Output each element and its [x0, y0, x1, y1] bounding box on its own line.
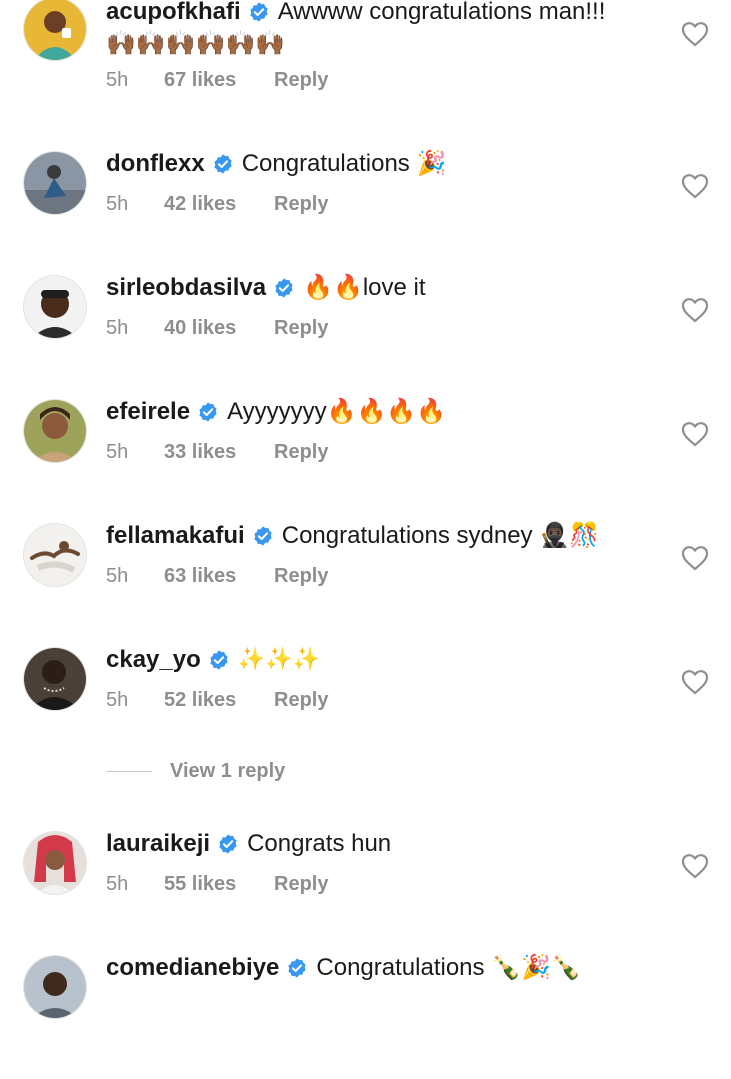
- comment-text-continued: 🙌🏾🙌🏾🙌🏾🙌🏾🙌🏾🙌🏾: [106, 29, 286, 57]
- verified-badge-icon: [273, 277, 295, 299]
- comment-item: fellamakafui Congratulations sydney 🥷🏿🎊 …: [0, 523, 731, 647]
- verified-badge-icon: [197, 401, 219, 423]
- reply-button[interactable]: Reply: [274, 193, 328, 216]
- comment-text: Congratulations 🎉: [241, 150, 447, 177]
- likes-count[interactable]: 55 likes: [164, 873, 274, 896]
- view-replies-button[interactable]: View 1 reply: [107, 758, 285, 784]
- comment-time: 5h: [106, 192, 129, 215]
- comment-time: 5h: [106, 68, 129, 91]
- likes-count[interactable]: 40 likes: [164, 317, 274, 340]
- like-heart-icon[interactable]: [681, 853, 709, 879]
- username[interactable]: lauraikeji: [106, 831, 210, 857]
- username[interactable]: comedianebiye: [106, 955, 279, 981]
- like-heart-icon[interactable]: [681, 21, 709, 47]
- avatar[interactable]: [24, 832, 86, 894]
- avatar[interactable]: [24, 276, 86, 338]
- avatar[interactable]: [24, 648, 86, 710]
- like-heart-icon[interactable]: [681, 421, 709, 447]
- comment-text: Awwww congratulations man!!!: [277, 0, 606, 25]
- comment-text: 🔥🔥love it: [303, 274, 426, 301]
- avatar[interactable]: [24, 956, 86, 1018]
- comment-time: 5h: [106, 316, 129, 339]
- comment-text: Ayyyyyyy🔥🔥🔥🔥: [227, 398, 447, 425]
- username[interactable]: donflexx: [106, 151, 205, 177]
- avatar[interactable]: [24, 152, 86, 214]
- verified-badge-icon: [286, 957, 308, 979]
- divider: [107, 770, 152, 772]
- comment-item: lauraikeji Congrats hun 5h 55 likes Repl…: [0, 831, 731, 955]
- comment-text: Congratulations 🍾🎉🍾: [316, 954, 581, 981]
- verified-badge-icon: [248, 1, 270, 23]
- comment-item: comedianebiye Congratulations 🍾🎉🍾: [0, 955, 731, 1079]
- username[interactable]: efeirele: [106, 399, 190, 425]
- comment-text: Congratulations sydney 🥷🏿🎊: [281, 522, 599, 549]
- reply-button[interactable]: Reply: [274, 317, 328, 340]
- verified-badge-icon: [217, 833, 239, 855]
- comment-time: 5h: [106, 440, 129, 463]
- likes-count[interactable]: 52 likes: [164, 689, 274, 712]
- likes-count[interactable]: 33 likes: [164, 441, 274, 464]
- reply-button[interactable]: Reply: [274, 689, 328, 712]
- verified-badge-icon: [252, 525, 274, 547]
- likes-count[interactable]: 67 likes: [164, 69, 274, 92]
- reply-button[interactable]: Reply: [274, 565, 328, 588]
- comment-item: acupofkhafi Awwww congratulations man!!!…: [0, 0, 731, 124]
- like-heart-icon[interactable]: [681, 545, 709, 571]
- avatar[interactable]: [24, 0, 86, 60]
- like-heart-icon[interactable]: [681, 669, 709, 695]
- likes-count[interactable]: 42 likes: [164, 193, 274, 216]
- comment-item: efeirele Ayyyyyyy🔥🔥🔥🔥 5h 33 likes Reply: [0, 399, 731, 523]
- verified-badge-icon: [212, 153, 234, 175]
- view-replies-label: View 1 reply: [170, 759, 286, 782]
- avatar[interactable]: [24, 524, 86, 586]
- username[interactable]: acupofkhafi: [106, 0, 241, 25]
- comment-text: ✨✨✨: [237, 647, 320, 672]
- comment-time: 5h: [106, 872, 129, 895]
- likes-count[interactable]: 63 likes: [164, 565, 274, 588]
- comment-item: ckay_yo ✨✨✨ 5h 52 likes Reply: [0, 647, 731, 771]
- comment-text: Congrats hun: [247, 830, 392, 857]
- comment-item: sirleobdasilva 🔥🔥love it 5h 40 likes Rep…: [0, 275, 731, 399]
- like-heart-icon[interactable]: [681, 173, 709, 199]
- reply-button[interactable]: Reply: [274, 873, 328, 896]
- reply-button[interactable]: Reply: [274, 69, 328, 92]
- comment-time: 5h: [106, 564, 129, 587]
- like-heart-icon[interactable]: [681, 297, 709, 323]
- comment-item: donflexx Congratulations 🎉 5h 42 likes R…: [0, 151, 731, 275]
- username[interactable]: fellamakafui: [106, 523, 245, 549]
- username[interactable]: ckay_yo: [106, 647, 201, 673]
- username[interactable]: sirleobdasilva: [106, 275, 266, 301]
- avatar[interactable]: [24, 400, 86, 462]
- comment-time: 5h: [106, 688, 129, 711]
- reply-button[interactable]: Reply: [274, 441, 328, 464]
- verified-badge-icon: [208, 649, 230, 671]
